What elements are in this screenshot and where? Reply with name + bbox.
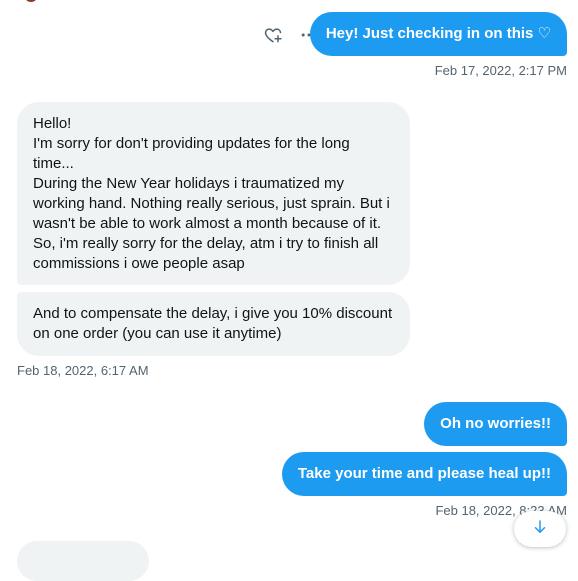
message-line: Hello! (33, 115, 72, 132)
message-bubble-incoming[interactable]: Hello! I'm sorry for don't providing upd… (17, 102, 410, 285)
message-bubble-outgoing[interactable]: Take your time and please heal up!! (281, 452, 567, 496)
message-bubble-incoming[interactable] (17, 541, 149, 581)
message-line: I'm sorry for don't providing updates fo… (33, 135, 350, 172)
message-bubble-outgoing[interactable]: Hey! Just checking in on this ♡ (309, 12, 567, 56)
message-line: During the New Year holidays i traumatiz… (33, 175, 390, 232)
message-timestamp: Feb 18, 2022, 6:17 AM (17, 363, 149, 378)
scroll-to-bottom-button[interactable] (514, 511, 566, 547)
message-bubble-incoming[interactable]: And to compensate the delay, i give you … (17, 292, 410, 356)
message-text: And to compensate the delay, i give you … (33, 305, 393, 342)
heart-plus-icon[interactable] (262, 24, 284, 46)
message-bubble-outgoing[interactable]: Oh no worries!! (424, 402, 567, 446)
message-text: Hey! Just checking in on this ♡ (325, 25, 551, 42)
message-text: Take your time and please heal up!! (297, 465, 551, 482)
arrow-down-icon (531, 518, 549, 541)
avatar[interactable] (24, 0, 38, 2)
message-timestamp: Feb 17, 2022, 2:17 PM (434, 63, 567, 78)
message-text: Oh no worries!! (440, 415, 551, 432)
message-line: So, i'm really sorry for the delay, atm … (33, 235, 379, 272)
